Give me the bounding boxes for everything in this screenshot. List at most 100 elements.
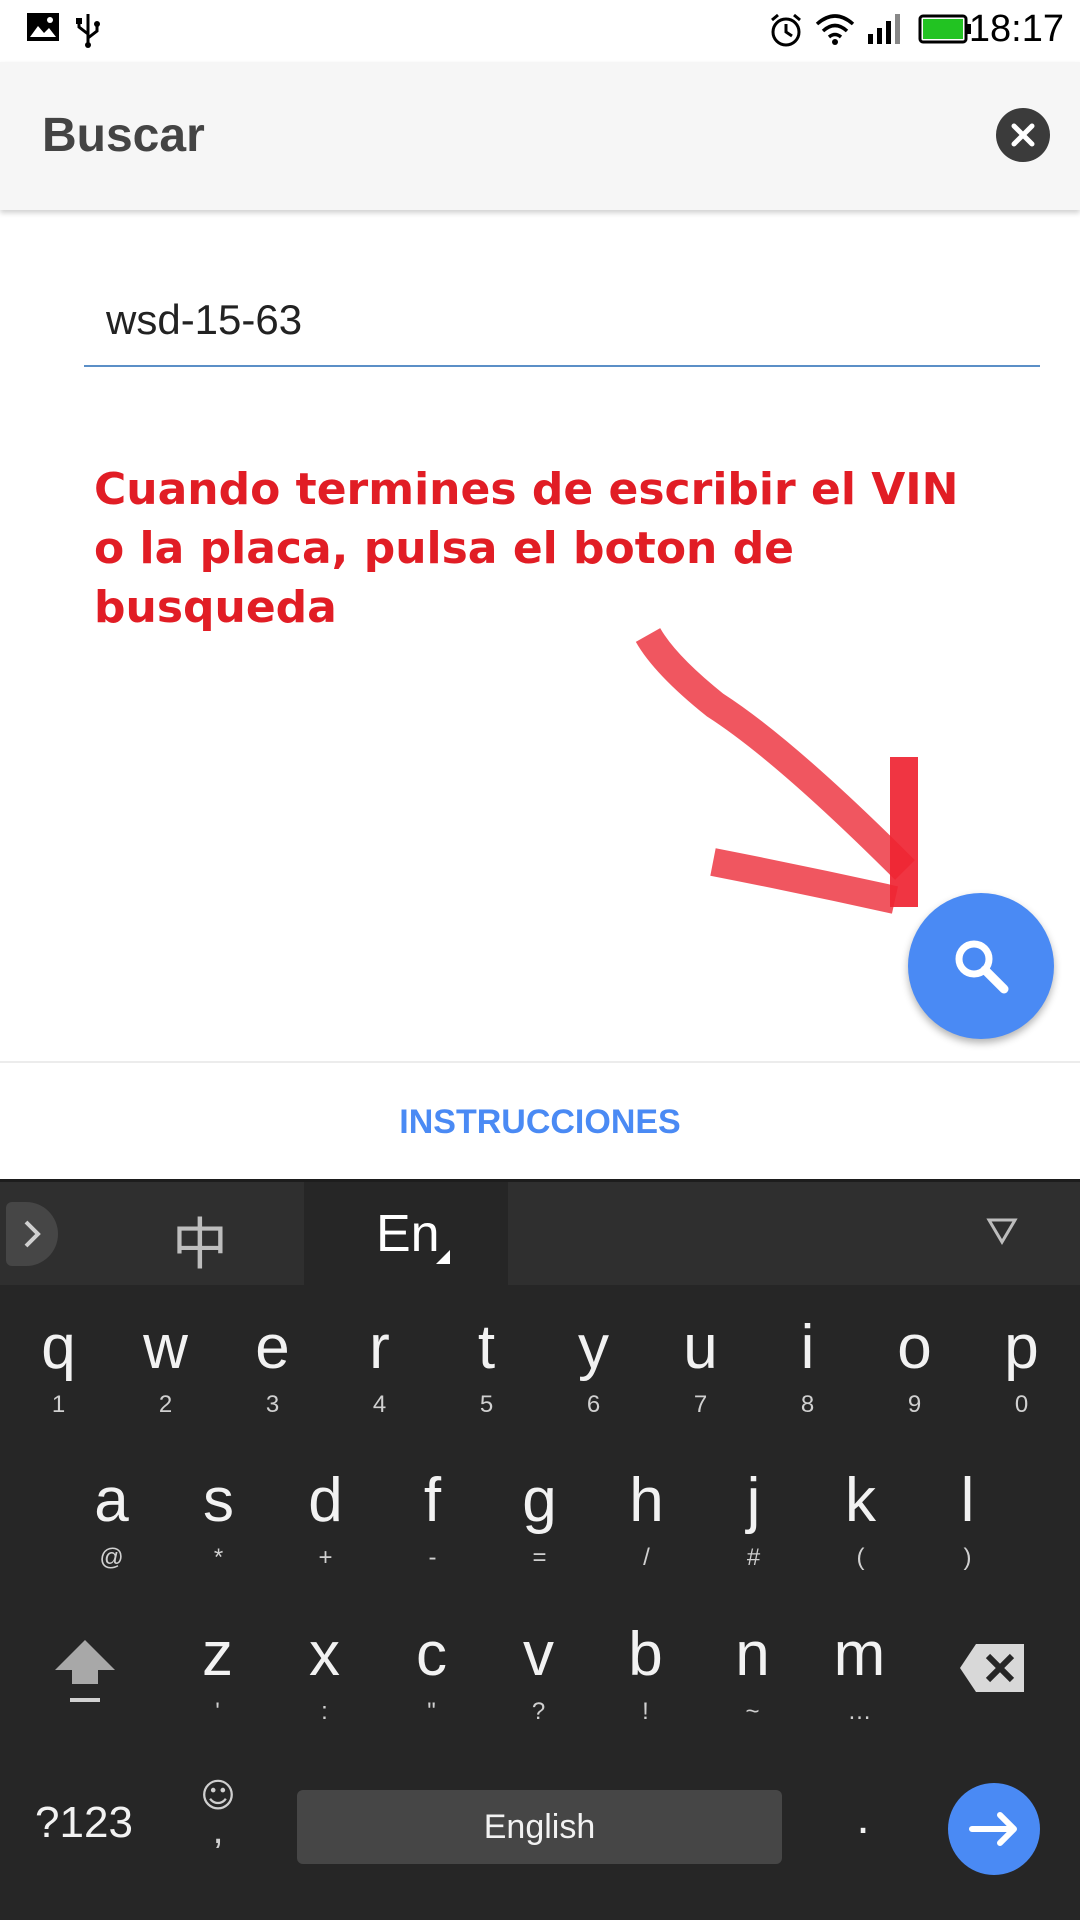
key-secondary-label: 4 (372, 1391, 387, 1418)
key-secondary-label: - (428, 1544, 437, 1571)
key-k[interactable]: k( (807, 1458, 914, 1608)
key-secondary-label: 7 (693, 1391, 708, 1418)
key-label: d (308, 1466, 343, 1535)
key-secondary-label: " (427, 1698, 436, 1725)
lang-chinese-button[interactable]: 中 (140, 1200, 260, 1281)
close-button[interactable] (996, 108, 1050, 162)
key-secondary-label: * (213, 1544, 224, 1571)
key-i[interactable]: i8 (754, 1305, 861, 1455)
key-label: p (1004, 1313, 1039, 1382)
key-secondary-label: … (847, 1698, 872, 1725)
key-label: a (94, 1466, 129, 1535)
key-label: k (845, 1466, 876, 1535)
key-label: b (628, 1620, 663, 1689)
search-icon (955, 940, 1009, 994)
key-label: n (735, 1620, 770, 1689)
arrow-right-icon (969, 1812, 1017, 1846)
key-q[interactable]: q1 (5, 1305, 112, 1455)
key-t[interactable]: t5 (433, 1305, 540, 1455)
key-label: l (960, 1466, 975, 1535)
key-secondary-label: @ (99, 1544, 124, 1571)
key-secondary-label: + (318, 1544, 333, 1571)
key-d[interactable]: d + (272, 1458, 379, 1608)
key-secondary-label: : (321, 1698, 328, 1725)
keyboard-toolbar: 中 En (0, 1179, 1080, 1288)
key-label: h (629, 1466, 664, 1535)
key-secondary-label: ~ (745, 1698, 760, 1725)
alarm-icon (768, 12, 804, 53)
enter-key[interactable] (948, 1783, 1040, 1875)
key-s[interactable]: s * (165, 1458, 272, 1608)
key-secondary-label: ! (642, 1698, 649, 1725)
key-y[interactable]: y6 (540, 1305, 647, 1455)
key-secondary-label: / (643, 1544, 650, 1571)
wifi-icon (814, 12, 856, 51)
key-l[interactable]: l) (914, 1458, 1021, 1608)
key-secondary-label: 5 (479, 1391, 494, 1418)
page-title: Buscar (42, 109, 205, 162)
key-j[interactable]: j # (700, 1458, 807, 1608)
key-label: z (202, 1620, 233, 1689)
app-header: Buscar (0, 62, 1080, 210)
key-label: r (369, 1313, 390, 1382)
key-secondary-label: 6 (586, 1391, 601, 1418)
shift-key[interactable] (40, 1620, 130, 1710)
key-label: o (897, 1313, 932, 1382)
toolbar-expand-button[interactable] (6, 1202, 58, 1266)
search-fab-button[interactable] (908, 893, 1054, 1039)
close-icon (1011, 123, 1035, 147)
key-secondary-label: ? (531, 1698, 546, 1725)
key-label: x (309, 1620, 340, 1689)
search-screen: 18:17 Buscar Cuando termines de escribir… (0, 0, 1080, 1920)
instructions-link[interactable]: INSTRUCCIONES (0, 1103, 1080, 1142)
search-input[interactable] (84, 275, 1040, 367)
key-o[interactable]: o9 (861, 1305, 968, 1455)
symbols-key[interactable]: ?123 (24, 1798, 144, 1848)
key-x[interactable]: x: (271, 1612, 378, 1762)
key-label: v (523, 1620, 554, 1689)
signal-icon (866, 12, 904, 51)
space-key[interactable]: English (297, 1790, 782, 1864)
key-b[interactable]: b! (592, 1612, 699, 1762)
usb-icon (74, 12, 102, 53)
instructions-bar: INSTRUCCIONES (0, 1061, 1080, 1179)
collapse-keyboard-icon[interactable] (986, 1216, 1018, 1246)
key-f[interactable]: f- (379, 1458, 486, 1608)
lang-english-button[interactable]: En (304, 1182, 508, 1288)
battery-icon (918, 12, 972, 51)
comma-label: , (212, 1808, 224, 1852)
key-label: t (477, 1313, 496, 1382)
key-w[interactable]: w2 (112, 1305, 219, 1455)
key-label: i (800, 1313, 815, 1382)
key-label: g (522, 1466, 557, 1535)
backspace-icon (960, 1644, 1024, 1692)
key-h[interactable]: h / (593, 1458, 700, 1608)
key-secondary-label: 8 (800, 1391, 815, 1418)
backspace-key[interactable] (958, 1640, 1028, 1696)
key-secondary-label: 3 (265, 1391, 280, 1418)
key-a[interactable]: a @ (58, 1458, 165, 1608)
status-bar: 18:17 (0, 0, 1080, 62)
key-label: f (423, 1466, 442, 1535)
key-secondary-label: ' (215, 1698, 220, 1725)
key-label: c (416, 1620, 447, 1689)
key-label: q (41, 1313, 76, 1382)
key-m[interactable]: m… (806, 1612, 913, 1762)
key-v[interactable]: v? (485, 1612, 592, 1762)
key-r[interactable]: r4 (326, 1305, 433, 1455)
key-u[interactable]: u7 (647, 1305, 754, 1455)
key-secondary-label: ) (963, 1544, 972, 1571)
key-g[interactable]: g = (486, 1458, 593, 1608)
key-p[interactable]: p0 (968, 1305, 1075, 1455)
key-e[interactable]: e3 (219, 1305, 326, 1455)
key-c[interactable]: c " (378, 1612, 485, 1762)
key-n[interactable]: n ~ (699, 1612, 806, 1762)
key-label: w (143, 1313, 188, 1382)
key-z[interactable]: z ' (164, 1612, 271, 1762)
corner-triangle-icon (436, 1250, 450, 1264)
key-secondary-label: 0 (1014, 1391, 1029, 1418)
emoji-comma-key[interactable]: ☺ , (188, 1776, 248, 1852)
period-key[interactable]: . (838, 1790, 888, 1845)
shift-arrow-icon (55, 1640, 115, 1702)
key-label: u (683, 1313, 718, 1382)
